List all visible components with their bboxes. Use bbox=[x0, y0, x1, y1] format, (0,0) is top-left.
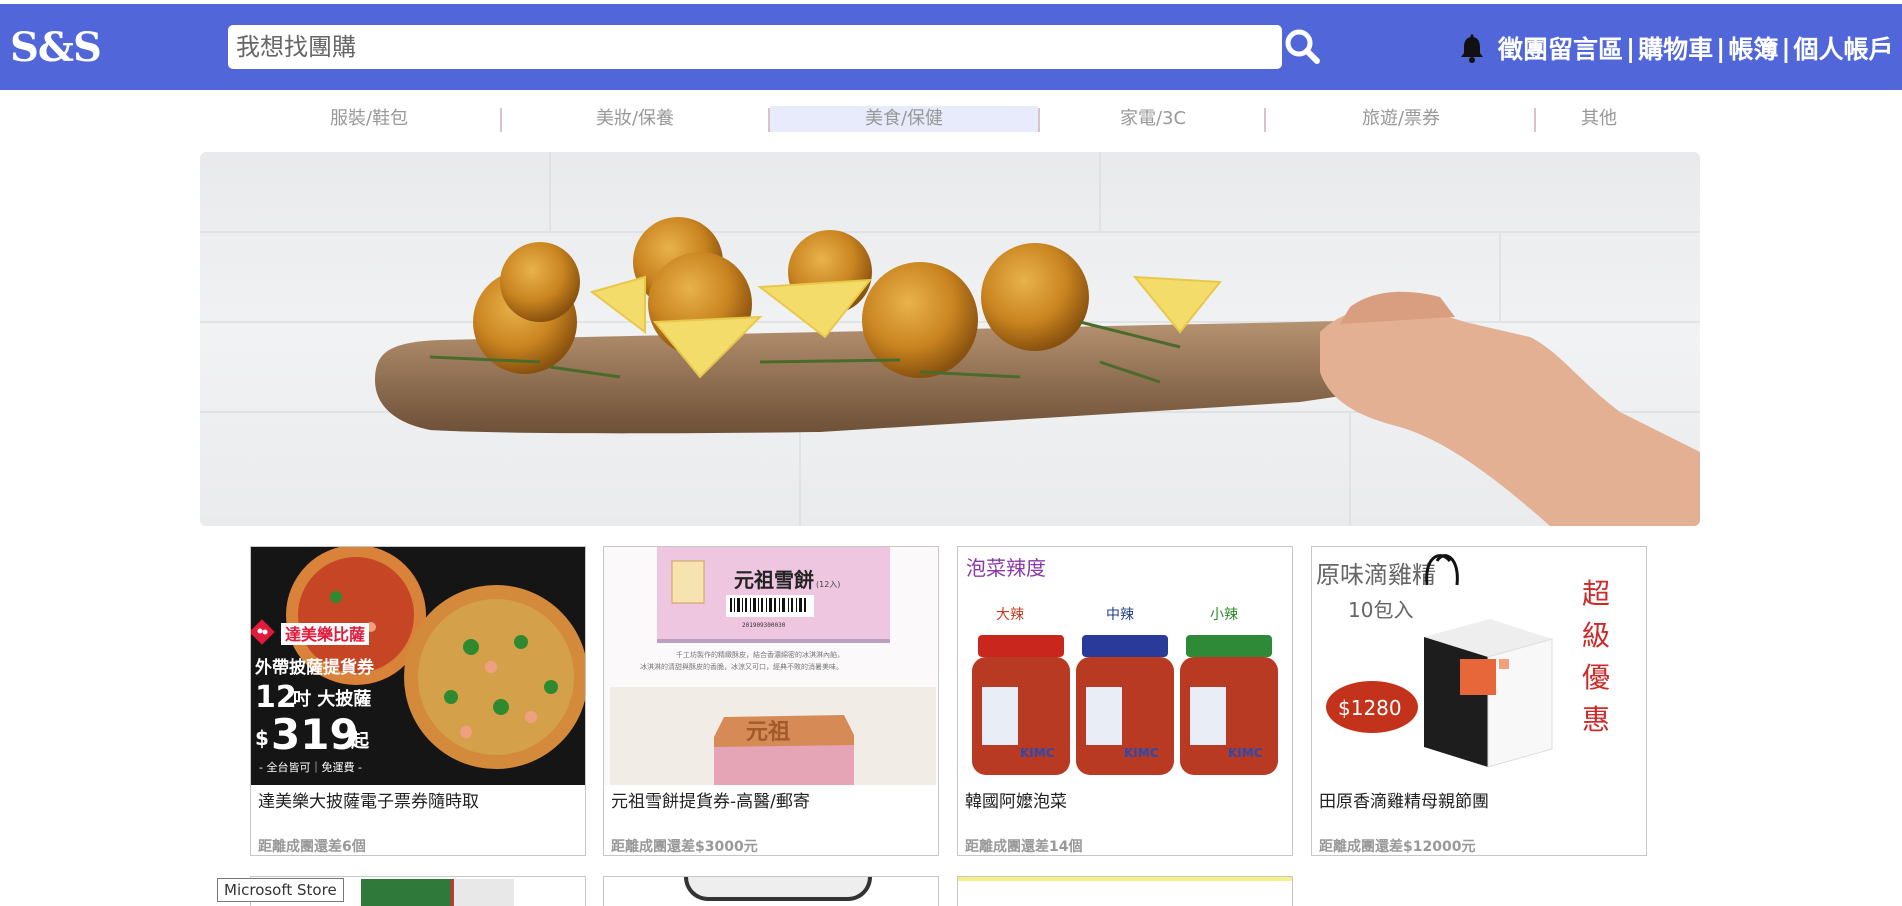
essence-price: $1280 bbox=[1338, 696, 1402, 720]
product-title[interactable]: 韓國阿嬤泡菜 bbox=[965, 787, 1067, 812]
kimchi-jar-label: KIMC bbox=[1228, 746, 1263, 760]
nav-ledger[interactable]: 帳簿 bbox=[1728, 30, 1778, 66]
logo[interactable]: S&S bbox=[10, 24, 102, 71]
pizza-foot: - 全台皆可｜免運費 - bbox=[259, 760, 362, 774]
product-title[interactable]: 達美樂大披薩電子票券隨時取 bbox=[258, 787, 479, 812]
nav-account[interactable]: 個人帳戶 bbox=[1793, 30, 1893, 66]
pizza-ticket-image: 達美樂比薩 外帶披薩提貨券 12 吋 大披薩 $ 319 起 - 全台皆可｜免運… bbox=[251, 547, 585, 785]
product-title[interactable]: 田原香滴雞精母親節團 bbox=[1319, 787, 1489, 812]
voucher-barcode-number: 201909300030 bbox=[742, 622, 786, 629]
nav-separator: | bbox=[1626, 33, 1636, 63]
chicken-essence-image: 原味滴雞精 10包入 $1280 超 級 優 惠 bbox=[1312, 547, 1646, 785]
category-electronics[interactable]: 家電/3C bbox=[1040, 106, 1266, 132]
taskbar-tooltip: Microsoft Store bbox=[217, 878, 344, 902]
essence-heading2: 10包入 bbox=[1348, 598, 1413, 622]
pizza-line1: 外帶披薩提貨券 bbox=[255, 657, 375, 678]
pizza-price: 319 bbox=[271, 710, 359, 759]
header-bar: S&S 徵團留言區 | 購物車 | 帳簿 | 個人帳戶 bbox=[0, 4, 1902, 90]
kimchi-heading: 泡菜辣度 bbox=[966, 556, 1046, 580]
search-input[interactable] bbox=[228, 25, 1282, 69]
pizza-brand: 達美樂比薩 bbox=[285, 625, 365, 644]
category-bar: 服裝/鞋包 美妝/保養 美食/保健 家電/3C 旅遊/票券 其他 bbox=[0, 106, 1902, 132]
kimchi-level: 小辣 bbox=[1210, 607, 1238, 623]
nav-cart[interactable]: 購物車 bbox=[1638, 30, 1713, 66]
product-title[interactable]: 元祖雪餅提貨券-高醫/郵寄 bbox=[611, 787, 810, 812]
product-remaining: 距離成團還差$12000元 bbox=[1319, 839, 1476, 855]
category-travel[interactable]: 旅遊/票券 bbox=[1266, 106, 1536, 132]
product-card[interactable]: 原味滴雞精 10包入 $1280 超 級 優 惠 田原香滴雞精母親節團 距離成團… bbox=[1311, 546, 1647, 856]
essence-promo: 優 bbox=[1582, 661, 1610, 694]
voucher-stamp: 元祖 bbox=[746, 720, 790, 745]
nav-message-board[interactable]: 徵團留言區 bbox=[1498, 30, 1623, 66]
product-card-partial[interactable] bbox=[603, 876, 939, 906]
product-image: 達美樂比薩 外帶披薩提貨券 12 吋 大披薩 $ 319 起 - 全台皆可｜免運… bbox=[251, 547, 585, 785]
category-food[interactable]: 美食/保健 bbox=[770, 106, 1038, 132]
search-button[interactable] bbox=[1282, 26, 1324, 68]
nav-separator: | bbox=[1716, 33, 1726, 63]
search-icon bbox=[1285, 29, 1320, 64]
product-image: 原味滴雞精 10包入 $1280 超 級 優 惠 bbox=[1312, 547, 1646, 785]
pizza-size-unit: 吋 大披薩 bbox=[293, 688, 371, 710]
product-remaining: 距離成團還差6個 bbox=[258, 839, 366, 855]
voucher-desc2: 冰淇淋的清甜與酥皮的香脆，冰涼又可口，經典不敗的消暑美味。 bbox=[640, 662, 843, 671]
category-clothing[interactable]: 服裝/鞋包 bbox=[236, 106, 502, 132]
kimchi-level: 中辣 bbox=[1106, 607, 1134, 623]
kimchi-jars-image: 泡菜辣度 大辣 中辣 小辣 KIMC KIMC KIMC bbox=[958, 547, 1292, 785]
voucher-sub: (12入) bbox=[816, 580, 840, 589]
kimchi-level: 大辣 bbox=[996, 607, 1024, 623]
product-image: 泡菜辣度 大辣 中辣 小辣 KIMC KIMC KIMC bbox=[958, 547, 1292, 785]
essence-promo: 惠 bbox=[1582, 703, 1610, 736]
voucher-desc1: 千工坊製作的精緻酥皮，結合香濃綿密的冰淇淋內餡， bbox=[676, 650, 844, 659]
header-nav: 徵團留言區 | 購物車 | 帳簿 | 個人帳戶 bbox=[1498, 30, 1893, 66]
bell-icon bbox=[1461, 34, 1483, 63]
voucher-heading: 元祖雪餅 bbox=[734, 568, 814, 592]
product-remaining: 距離成團還差$3000元 bbox=[611, 839, 758, 855]
essence-promo: 級 bbox=[1582, 619, 1610, 652]
product-remaining: 距離成團還差14個 bbox=[965, 839, 1083, 855]
category-beauty[interactable]: 美妝/保養 bbox=[502, 106, 768, 132]
kimchi-jar-label: KIMC bbox=[1020, 746, 1055, 760]
product-card[interactable]: 泡菜辣度 大辣 中辣 小辣 KIMC KIMC KIMC 韓國阿嬤泡菜 距離成團… bbox=[957, 546, 1293, 856]
product-card[interactable]: 達美樂比薩 外帶披薩提貨券 12 吋 大披薩 $ 319 起 - 全台皆可｜免運… bbox=[250, 546, 586, 856]
svg-text:$: $ bbox=[255, 726, 269, 750]
notification-button[interactable] bbox=[1458, 34, 1486, 64]
pizza-price-suffix: 起 bbox=[350, 730, 370, 752]
essence-heading1: 原味滴雞精 bbox=[1316, 561, 1436, 589]
category-other[interactable]: 其他 bbox=[1536, 106, 1662, 132]
kimchi-jar-label: KIMC bbox=[1124, 746, 1159, 760]
product-image: 元祖雪餅 (12入) 201909300030 千工坊製作的精緻酥皮，結合香濃綿… bbox=[604, 547, 938, 785]
product-card[interactable]: 元祖雪餅 (12入) 201909300030 千工坊製作的精緻酥皮，結合香濃綿… bbox=[603, 546, 939, 856]
snow-cake-voucher-image: 元祖雪餅 (12入) 201909300030 千工坊製作的精緻酥皮，結合香濃綿… bbox=[604, 547, 938, 785]
food-board-illustration bbox=[200, 152, 1700, 526]
nav-separator: | bbox=[1781, 33, 1791, 63]
hero-banner[interactable] bbox=[200, 152, 1700, 526]
essence-promo: 超 bbox=[1582, 577, 1610, 610]
product-card-partial[interactable] bbox=[957, 876, 1293, 906]
